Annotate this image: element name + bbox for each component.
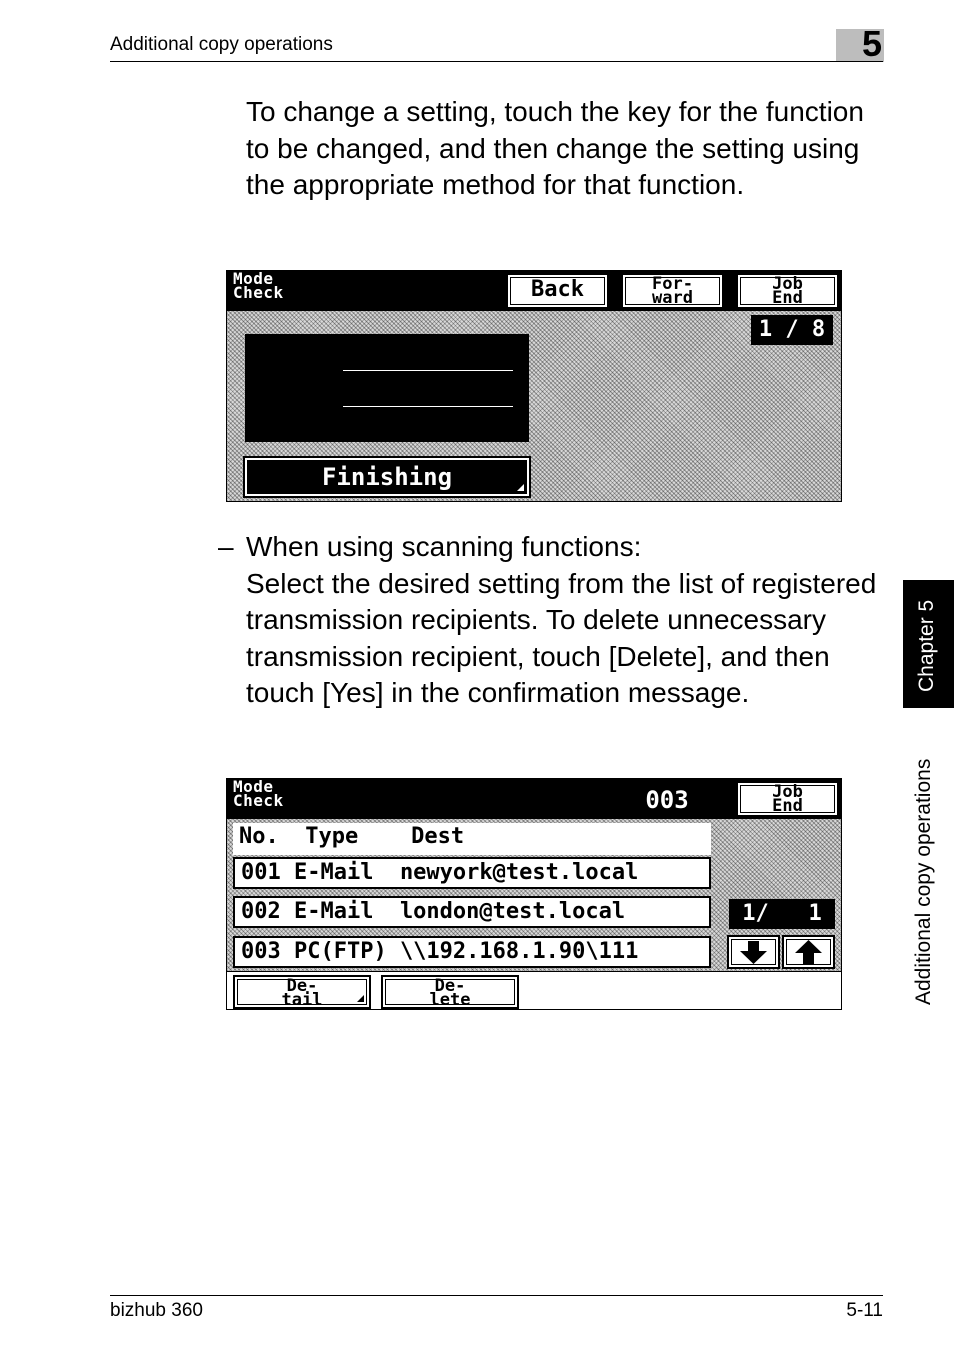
arrow-down-icon: [740, 941, 767, 964]
table-row[interactable]: 001 E-Mail newyork@test.local: [233, 857, 711, 889]
footer-page-number: 5-11: [846, 1300, 883, 1321]
screen-title-bar: Mode Check 003 Job End: [227, 779, 841, 819]
arrow-up-icon: [795, 940, 822, 964]
chapter-side-tab-label: Chapter 5: [903, 580, 954, 708]
finishing-button-label: Finishing: [321, 463, 453, 491]
table-row[interactable]: 002 E-Mail london@test.local: [233, 896, 711, 928]
table-header-row: No. Type Dest: [233, 823, 711, 855]
scroll-up-button[interactable]: [782, 935, 835, 969]
page-counter: 1/ 1: [729, 899, 835, 929]
mode-check-screen-finishing: Mode Check Back For- ward Job End 1 / 8 …: [226, 270, 842, 502]
screen-title-bar: Mode Check Back For- ward Job End: [227, 271, 841, 311]
forward-button[interactable]: For- ward: [621, 273, 724, 309]
display-line: [343, 370, 513, 371]
bullet-paragraph: When using scanning functions: Select th…: [246, 529, 896, 712]
side-section-label: Additional copy operations: [912, 758, 935, 1005]
detail-button[interactable]: De- tail: [233, 975, 371, 1009]
page-counter: 1 / 8: [751, 315, 833, 345]
job-end-button[interactable]: Job End: [736, 273, 839, 309]
forward-button-line2: ward: [652, 288, 693, 308]
delete-button[interactable]: De- lete: [381, 975, 519, 1009]
recipient-count: 003: [645, 786, 689, 814]
job-end-button-line2: End: [772, 288, 803, 308]
corner-triangle-icon: [357, 995, 364, 1002]
settings-display-area: [245, 334, 529, 442]
header-rule: [110, 61, 883, 62]
screen-title-line2: Check: [233, 283, 284, 302]
running-header-title: Additional copy operations: [110, 34, 333, 55]
screen-title: Mode Check: [233, 779, 284, 810]
bullet-heading: When using scanning functions:: [246, 531, 642, 562]
screen-title: Mode Check: [233, 271, 284, 302]
scroll-down-button[interactable]: [727, 935, 780, 969]
footer-rule: [110, 1295, 883, 1296]
screen-bottom-bar: De- tail De- lete: [227, 971, 841, 1009]
side-chapter-text: Chapter 5: [915, 599, 938, 692]
back-button[interactable]: Back: [506, 273, 609, 309]
finishing-button[interactable]: Finishing: [243, 456, 531, 498]
detail-button-line2: tail: [281, 990, 323, 1010]
job-end-button[interactable]: Job End: [736, 781, 839, 817]
chapter-number: 5: [861, 23, 882, 64]
bullet-dash: –: [218, 531, 234, 562]
job-end-button-line2: End: [772, 796, 803, 816]
bullet-text: Select the desired setting from the list…: [246, 567, 877, 709]
footer-product: bizhub 360: [110, 1300, 203, 1321]
mode-check-screen-recipients: Mode Check 003 Job End No. Type Dest 001…: [226, 778, 842, 1010]
corner-triangle-icon: [517, 484, 524, 491]
table-row[interactable]: 003 PC(FTP) \\192.168.1.90\111: [233, 936, 711, 968]
instruction-paragraph: To change a setting, touch the key for t…: [246, 96, 864, 200]
delete-button-line2: lete: [429, 990, 471, 1010]
display-line: [343, 406, 513, 407]
screen-title-line2: Check: [233, 791, 284, 810]
